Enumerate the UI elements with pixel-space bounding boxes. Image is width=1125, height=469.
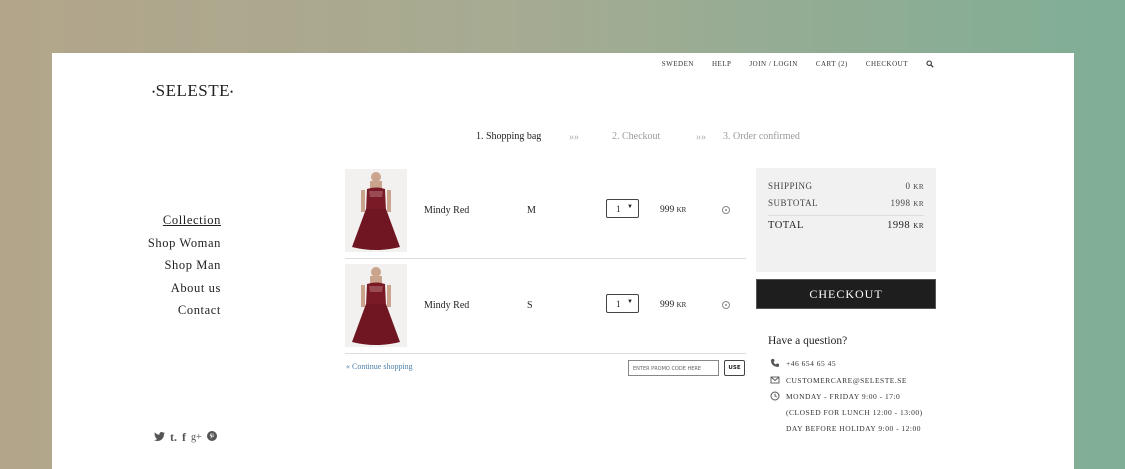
phone-number[interactable]: +46 654 65 45 [786, 359, 836, 368]
facebook-icon[interactable]: f [182, 430, 186, 445]
step-order-confirmed: 3. Order confirmed [723, 131, 800, 142]
nav-country[interactable]: SWEDEN [662, 60, 694, 68]
side-menu: Collection Shop Woman Shop Man About us … [148, 213, 221, 326]
remove-item-icon[interactable] [722, 301, 730, 309]
product-price: 999 KR [660, 205, 686, 215]
help-title: Have a question? [768, 335, 848, 347]
menu-shop-woman[interactable]: Shop Woman [148, 236, 221, 259]
twitter-icon[interactable] [154, 430, 165, 445]
quantity-select[interactable]: 1 ▼ [606, 294, 639, 313]
shipping-currency: KR [913, 183, 924, 191]
cart-row: Mindy Red M 1 ▼ 999 KR [345, 169, 745, 255]
total-currency: KR [913, 222, 924, 230]
clock-icon [770, 391, 780, 401]
brand-logo[interactable]: •SELESTE• [152, 81, 234, 101]
subtotal-label: SUBTOTAL [768, 198, 819, 208]
row-divider [345, 258, 746, 259]
row-divider [345, 353, 746, 354]
quantity-value: 1 [616, 299, 621, 309]
opening-hours: MONDAY - FRIDAY 9:00 - 17:0 [786, 392, 901, 401]
lunch-hours: (CLOSED FOR LUNCH 12:00 - 13:00) [786, 408, 923, 417]
shipping-value: 0 [905, 181, 911, 191]
step-checkout: 2. Checkout [612, 131, 661, 142]
logo-dot-right: • [230, 87, 234, 98]
nav-help[interactable]: HELP [712, 60, 732, 68]
subtotal-amount: 1998 KR [891, 198, 924, 208]
nav-join-login[interactable]: JOIN / LOGIN [749, 60, 797, 68]
page-card: SWEDEN HELP JOIN / LOGIN CART (2) CHECKO… [52, 53, 1074, 469]
product-image[interactable] [345, 169, 407, 252]
total-amount: 1998 KR [887, 220, 924, 231]
use-promo-button[interactable]: USE [724, 360, 745, 376]
caret-down-icon: ▼ [627, 299, 633, 305]
price-currency: KR [676, 301, 687, 309]
shipping-label: SHIPPING [768, 181, 813, 191]
product-name[interactable]: Mindy Red [424, 205, 469, 216]
quantity-select[interactable]: 1 ▼ [606, 199, 639, 218]
envelope-icon [770, 376, 780, 384]
nav-cart[interactable]: CART (2) [816, 60, 848, 68]
product-size: S [527, 300, 533, 311]
logo-text: SELESTE [155, 81, 230, 100]
total-value: 1998 [887, 220, 911, 231]
tumblr-icon[interactable]: t. [170, 430, 177, 445]
step-arrow: »» [696, 132, 706, 143]
quantity-value: 1 [616, 204, 621, 214]
summary-divider [768, 215, 924, 216]
menu-about-us[interactable]: About us [148, 281, 221, 304]
top-nav: SWEDEN HELP JOIN / LOGIN CART (2) CHECKO… [662, 60, 934, 68]
cart-row: Mindy Red S 1 ▼ 999 KR [345, 264, 745, 350]
subtotal-currency: KR [913, 200, 924, 208]
continue-shopping-link[interactable]: « Continue shopping [346, 362, 413, 371]
holiday-hours: DAY BEFORE HOLIDAY 9:00 - 12:00 [786, 424, 922, 433]
phone-icon [771, 359, 779, 367]
google-plus-icon[interactable]: g+ [191, 432, 202, 443]
nav-checkout[interactable]: CHECKOUT [866, 60, 908, 68]
menu-collection[interactable]: Collection [148, 213, 221, 236]
product-image[interactable] [345, 264, 407, 347]
subtotal-value: 1998 [890, 198, 911, 208]
step-arrow: »» [569, 132, 579, 143]
order-summary: SHIPPING 0 KR SUBTOTAL 1998 KR TOTAL 199… [756, 168, 936, 272]
menu-contact[interactable]: Contact [148, 303, 221, 326]
product-size: M [527, 205, 536, 216]
social-links: t. f g+ [154, 430, 217, 445]
email-address[interactable]: CUSTOMERCARE@SELESTE.SE [786, 376, 907, 385]
total-label: TOTAL [768, 220, 804, 231]
checkout-button[interactable]: CHECKOUT [756, 279, 936, 309]
product-name[interactable]: Mindy Red [424, 300, 469, 311]
step-shopping-bag: 1. Shopping bag [476, 131, 542, 142]
promo-code-input[interactable]: ENTER PROMO CODE HERE [628, 360, 719, 376]
caret-down-icon: ▼ [627, 204, 633, 210]
product-price: 999 KR [660, 300, 686, 310]
pinterest-icon[interactable] [206, 430, 217, 445]
price-value: 999 [660, 300, 675, 310]
price-value: 999 [660, 205, 675, 215]
search-icon[interactable] [926, 60, 934, 68]
menu-shop-man[interactable]: Shop Man [148, 258, 221, 281]
remove-item-icon[interactable] [722, 206, 730, 214]
shipping-amount: 0 KR [906, 181, 924, 191]
price-currency: KR [676, 206, 687, 214]
